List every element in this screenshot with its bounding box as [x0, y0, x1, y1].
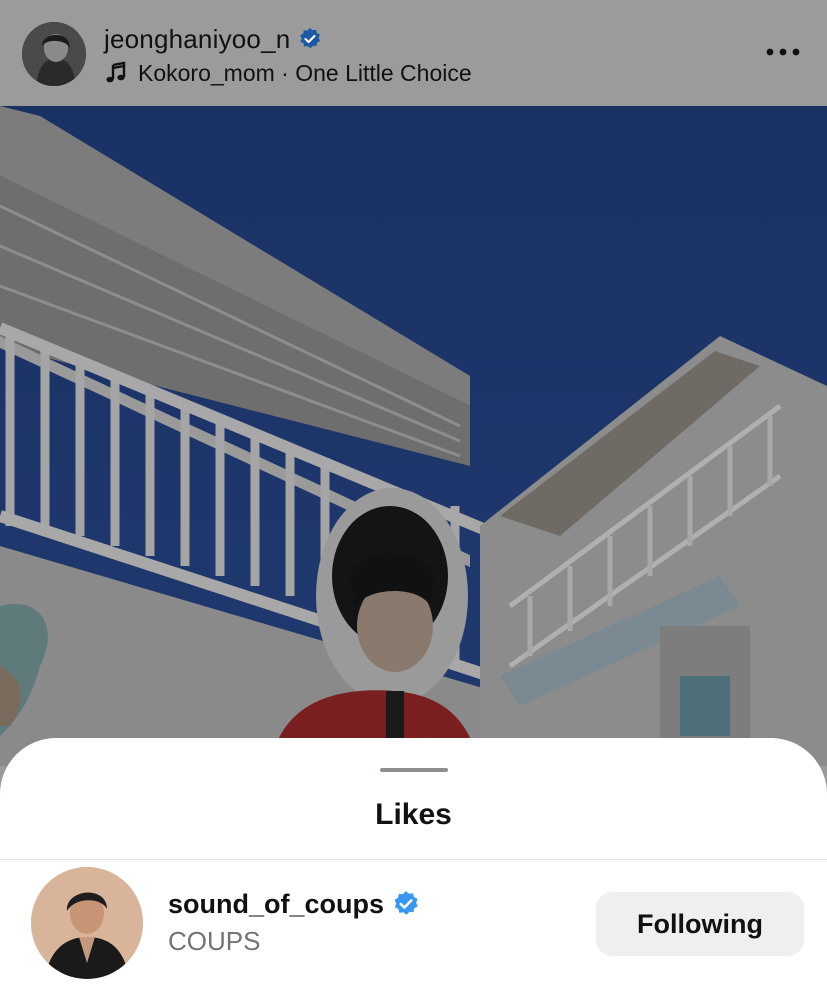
verified-badge-icon: [392, 890, 420, 918]
liker-username-row: sound_of_coups: [168, 886, 420, 922]
audio-row[interactable]: Kokoro_mom · One Little Choice: [104, 58, 472, 88]
audio-label: Kokoro_mom · One Little Choice: [138, 59, 472, 86]
screen: jeonghaniyoo_n Kokoro_mom · One Little C…: [0, 0, 827, 1003]
likes-sheet: Likes sound_of_coups COUPS Following: [0, 738, 827, 1003]
more-options-button[interactable]: [765, 38, 801, 66]
music-note-icon: [104, 61, 128, 85]
following-button[interactable]: Following: [596, 892, 804, 956]
author-avatar[interactable]: [22, 22, 86, 86]
post-header: jeonghaniyoo_n Kokoro_mom · One Little C…: [0, 0, 827, 106]
post-photo-image: [0, 106, 827, 766]
author-username[interactable]: jeonghaniyoo_n: [104, 24, 290, 55]
post-photo[interactable]: [0, 106, 827, 766]
liker-avatar[interactable]: [31, 867, 143, 979]
author-avatar-image: [22, 22, 86, 86]
sheet-drag-handle[interactable]: [380, 768, 448, 772]
liker-full-name: COUPS: [168, 926, 261, 956]
likes-sheet-title: Likes: [375, 798, 452, 831]
more-options-icon: [766, 48, 800, 56]
liker-avatar-image: [31, 867, 143, 979]
author-username-row: jeonghaniyoo_n: [104, 22, 322, 56]
liker-username[interactable]: sound_of_coups: [168, 889, 384, 920]
verified-badge-icon: [298, 27, 322, 51]
liker-row[interactable]: sound_of_coups COUPS Following: [0, 860, 827, 1003]
